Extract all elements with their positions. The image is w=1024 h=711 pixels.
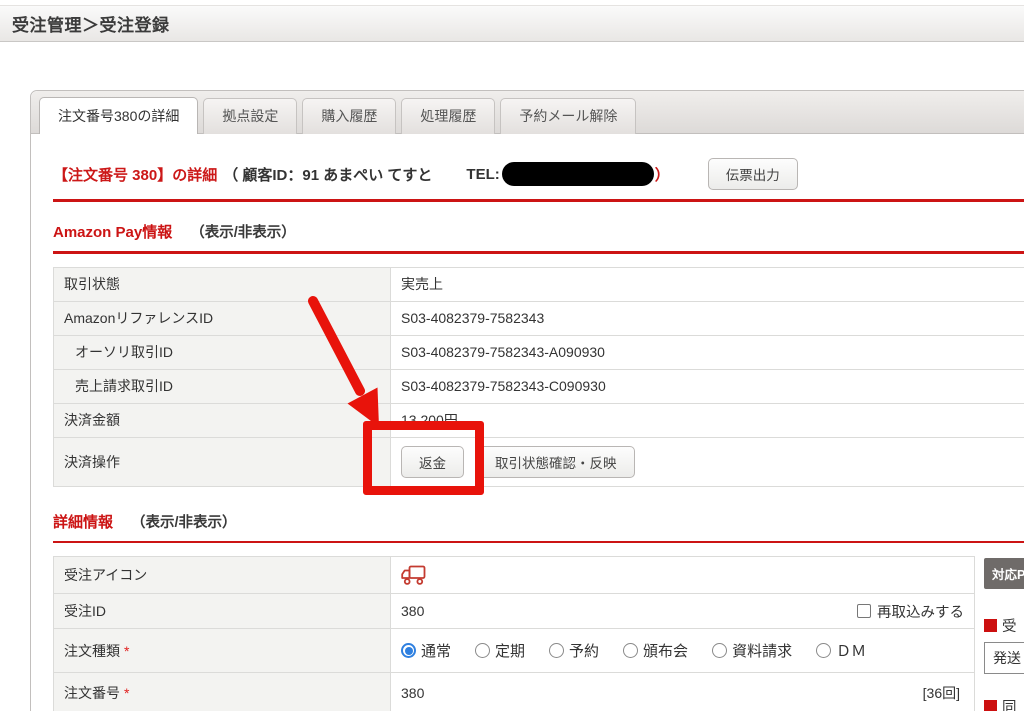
radio-icon[interactable] [475,643,491,658]
radio-icon[interactable] [549,643,565,658]
row-value: 13,200円 [390,402,1024,438]
detail-table: 受注アイコン 受注ID 380 再取込みする 注文種類 * 通常 定期 予約 頒… [53,556,975,711]
required-mark: * [124,642,130,659]
red-square-icon [984,619,997,632]
table-row: 決済金額 13,200円 [53,402,1024,438]
table-row: AmazonリファレンスID S03-4082379-7582343 [53,300,1024,336]
row-value: S03-4082379-7582343 [390,300,1024,336]
detail-section-header: 詳細情報 （表示/非表示） [53,511,1024,532]
reimport-checkbox[interactable] [857,604,871,618]
breadcrumb: 受注管理＞受注登録 [12,16,170,35]
tab-reservation-mail-cancel[interactable]: 予約メール解除 [500,98,637,134]
divider-red-detail [53,540,1024,543]
tel-label: TEL: [466,165,500,183]
table-row: 売上請求取引ID S03-4082379-7582343-C090930 [53,368,1024,404]
amazon-pay-table: 取引状態 実売上 AmazonリファレンスID S03-4082379-7582… [53,266,1024,487]
row-label: 決済金額 [53,402,391,438]
order-count-badge: [36回] [922,684,960,701]
divider-red-top [53,199,1024,202]
table-row: 取引状態 実売上 [53,266,1024,302]
order-icon-row: 受注アイコン [53,556,975,594]
detail-title: 詳細情報 [53,513,114,531]
order-number-value: 380 [401,684,425,701]
row-value: S03-4082379-7582343-C090930 [390,368,1024,404]
row-label: 決済操作 [53,436,391,487]
response-tab[interactable]: 対応P [984,558,1024,589]
transaction-status-check-button[interactable]: 取引状態確認・反映 [477,445,635,478]
tab-process-history[interactable]: 処理履歴 [401,98,496,134]
radio-subscription[interactable]: 定期 [475,640,525,661]
tab-purchase-history[interactable]: 購入履歴 [302,98,397,134]
order-number-title: 【注文番号 380】の詳細 [53,166,218,184]
payment-operation-row: 決済操作 返金 取引状態確認・反映 [53,436,1024,487]
customer-info: （ 顧客ID：91 あまぺい てすと [223,166,433,184]
tab-content: 【注文番号 380】の詳細 （ 顧客ID：91 あまぺい てすと TEL: ） … [31,134,1024,711]
tel-redaction [501,162,654,186]
radio-icon[interactable] [816,643,832,658]
order-type-radio-group: 通常 定期 予約 頒布会 資料請求 ＤＭ [401,640,964,661]
reimport-checkbox-label: 再取込みする [877,604,964,621]
side-panel: 対応P 受 発送 同 [984,552,1024,711]
order-id-value: 380 [401,603,425,619]
side-legend-item-2: 同 [984,696,1024,711]
tab-strip: 注文番号380の詳細 拠点設定 購入履歴 処理履歴 予約メール解除 [31,91,1024,134]
reimport-checkbox-wrap: 再取込みする [857,601,964,622]
required-mark: * [124,684,130,701]
divider-red-amazon [53,251,1024,254]
order-number-label: 注文番号 [64,684,120,701]
order-id-row: 受注ID 380 再取込みする [53,593,975,629]
amazon-pay-toggle[interactable]: （表示/非表示） [190,221,296,242]
row-value: 実売上 [390,266,1024,302]
refund-button[interactable]: 返金 [401,445,464,478]
row-label: 受注ID [53,593,391,629]
amazon-pay-section-header: Amazon Pay情報 （表示/非表示） [53,221,1024,242]
row-label: 注文番号 * [53,672,391,711]
table-row: オーソリ取引ID S03-4082379-7582343-A090930 [53,334,1024,370]
radio-dm[interactable]: ＤＭ [816,640,866,661]
main-panel: 注文番号380の詳細 拠点設定 購入履歴 処理履歴 予約メール解除 【注文番号 … [30,90,1024,711]
amazon-pay-title: Amazon Pay情報 [53,224,173,241]
radio-reservation[interactable]: 予約 [549,640,599,661]
row-label: 注文種類 * [53,628,391,673]
row-label: AmazonリファレンスID [53,300,391,336]
order-heading: 【注文番号 380】の詳細 （ 顧客ID：91 あまぺい てすと TEL: ） … [53,158,1024,190]
tab-order-detail[interactable]: 注文番号380の詳細 [39,97,199,134]
red-square-icon [984,700,997,711]
shipping-status-box[interactable]: 発送 [984,642,1024,674]
detail-toggle[interactable]: （表示/非表示） [131,511,237,532]
side-legend-item-1: 受 [984,615,1024,636]
radio-document-request[interactable]: 資料請求 [712,640,792,661]
radio-normal[interactable]: 通常 [401,640,451,661]
radio-icon[interactable] [712,643,728,658]
slip-output-button[interactable]: 伝票出力 [707,158,798,190]
order-type-row: 注文種類 * 通常 定期 予約 頒布会 資料請求 ＤＭ [53,628,975,673]
close-paren: ） [654,166,670,184]
radio-icon[interactable] [623,643,639,658]
row-label: 受注アイコン [53,556,391,594]
breadcrumb-bar: 受注管理＞受注登録 [0,5,1024,42]
radio-selected-icon[interactable] [401,643,416,658]
shipping-truck-icon [401,565,964,586]
row-label: 売上請求取引ID [53,368,391,404]
order-type-label: 注文種類 [64,642,120,659]
order-number-row: 注文番号 * 380 [36回] [53,672,975,711]
radio-distribution[interactable]: 頒布会 [623,640,688,661]
row-label: 取引状態 [53,266,391,302]
tab-base-settings[interactable]: 拠点設定 [203,98,298,134]
row-label: オーソリ取引ID [53,334,391,370]
row-value: S03-4082379-7582343-A090930 [390,334,1024,370]
